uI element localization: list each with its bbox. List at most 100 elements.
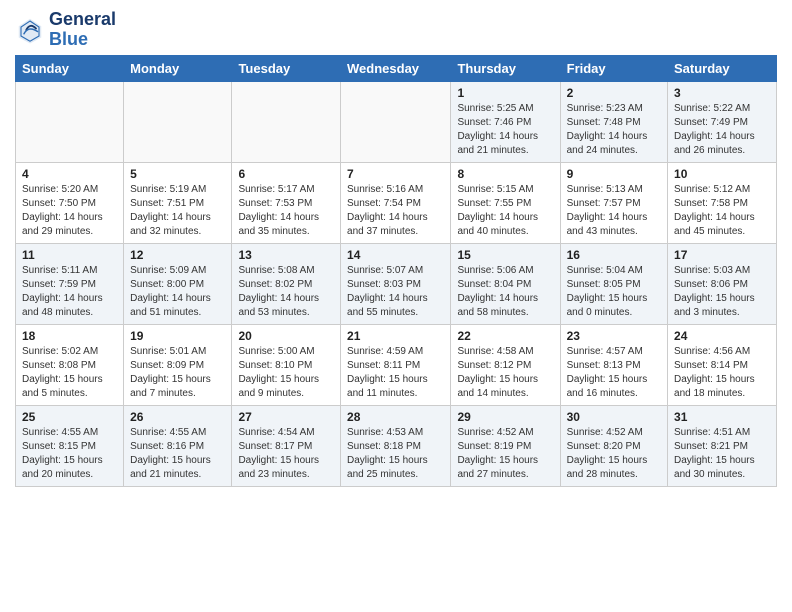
day-number: 18: [22, 329, 117, 343]
calendar-cell: 16 Sunrise: 5:04 AM Sunset: 8:05 PM Dayl…: [560, 243, 667, 324]
day-number: 4: [22, 167, 117, 181]
calendar-week-1: 1 Sunrise: 5:25 AM Sunset: 7:46 PM Dayli…: [16, 81, 777, 162]
day-info: Sunrise: 5:02 AM Sunset: 8:08 PM Dayligh…: [22, 345, 117, 401]
day-info: Sunrise: 5:19 AM Sunset: 7:51 PM Dayligh…: [130, 183, 225, 239]
sunset-time: Sunset: 8:18 PM: [347, 441, 421, 452]
sunrise-time: Sunrise: 4:53 AM: [347, 427, 423, 438]
weekday-header-sunday: Sunday: [16, 55, 124, 81]
sunrise-time: Sunrise: 5:19 AM: [130, 184, 206, 195]
day-info: Sunrise: 5:03 AM Sunset: 8:06 PM Dayligh…: [674, 264, 770, 320]
calendar-cell: 10 Sunrise: 5:12 AM Sunset: 7:58 PM Dayl…: [668, 162, 777, 243]
daylight-hours: Daylight: 15 hours and 27 minutes.: [457, 455, 538, 480]
sunset-time: Sunset: 8:06 PM: [674, 279, 748, 290]
calendar-cell: 21 Sunrise: 4:59 AM Sunset: 8:11 PM Dayl…: [341, 324, 451, 405]
sunset-time: Sunset: 8:14 PM: [674, 360, 748, 371]
daylight-hours: Daylight: 15 hours and 3 minutes.: [674, 293, 755, 318]
day-info: Sunrise: 5:04 AM Sunset: 8:05 PM Dayligh…: [567, 264, 661, 320]
day-info: Sunrise: 4:59 AM Sunset: 8:11 PM Dayligh…: [347, 345, 444, 401]
daylight-hours: Daylight: 14 hours and 35 minutes.: [238, 212, 319, 237]
day-number: 2: [567, 86, 661, 100]
sunset-time: Sunset: 8:12 PM: [457, 360, 531, 371]
calendar-week-5: 25 Sunrise: 4:55 AM Sunset: 8:15 PM Dayl…: [16, 405, 777, 486]
daylight-hours: Daylight: 14 hours and 55 minutes.: [347, 293, 428, 318]
calendar-cell: [16, 81, 124, 162]
sunrise-time: Sunrise: 4:58 AM: [457, 346, 533, 357]
day-info: Sunrise: 5:17 AM Sunset: 7:53 PM Dayligh…: [238, 183, 334, 239]
calendar-week-4: 18 Sunrise: 5:02 AM Sunset: 8:08 PM Dayl…: [16, 324, 777, 405]
sunrise-time: Sunrise: 5:09 AM: [130, 265, 206, 276]
day-info: Sunrise: 4:56 AM Sunset: 8:14 PM Dayligh…: [674, 345, 770, 401]
sunset-time: Sunset: 8:11 PM: [347, 360, 420, 371]
day-info: Sunrise: 4:58 AM Sunset: 8:12 PM Dayligh…: [457, 345, 553, 401]
calendar-cell: 8 Sunrise: 5:15 AM Sunset: 7:55 PM Dayli…: [451, 162, 560, 243]
daylight-hours: Daylight: 15 hours and 20 minutes.: [22, 455, 103, 480]
sunset-time: Sunset: 7:51 PM: [130, 198, 204, 209]
day-number: 26: [130, 410, 225, 424]
day-number: 7: [347, 167, 444, 181]
sunrise-time: Sunrise: 5:16 AM: [347, 184, 423, 195]
sunrise-time: Sunrise: 4:55 AM: [130, 427, 206, 438]
sunrise-time: Sunrise: 5:20 AM: [22, 184, 98, 195]
calendar-week-3: 11 Sunrise: 5:11 AM Sunset: 7:59 PM Dayl…: [16, 243, 777, 324]
daylight-hours: Daylight: 14 hours and 26 minutes.: [674, 131, 755, 156]
calendar-cell: 15 Sunrise: 5:06 AM Sunset: 8:04 PM Dayl…: [451, 243, 560, 324]
weekday-row: SundayMondayTuesdayWednesdayThursdayFrid…: [16, 55, 777, 81]
day-number: 14: [347, 248, 444, 262]
calendar-body: 1 Sunrise: 5:25 AM Sunset: 7:46 PM Dayli…: [16, 81, 777, 486]
day-info: Sunrise: 5:13 AM Sunset: 7:57 PM Dayligh…: [567, 183, 661, 239]
sunset-time: Sunset: 7:58 PM: [674, 198, 748, 209]
day-info: Sunrise: 4:53 AM Sunset: 8:18 PM Dayligh…: [347, 426, 444, 482]
calendar-cell: 24 Sunrise: 4:56 AM Sunset: 8:14 PM Dayl…: [668, 324, 777, 405]
daylight-hours: Daylight: 15 hours and 28 minutes.: [567, 455, 648, 480]
sunrise-time: Sunrise: 5:25 AM: [457, 103, 533, 114]
day-number: 1: [457, 86, 553, 100]
day-number: 27: [238, 410, 334, 424]
sunset-time: Sunset: 7:50 PM: [22, 198, 96, 209]
day-number: 9: [567, 167, 661, 181]
daylight-hours: Daylight: 15 hours and 14 minutes.: [457, 374, 538, 399]
calendar-cell: 9 Sunrise: 5:13 AM Sunset: 7:57 PM Dayli…: [560, 162, 667, 243]
calendar-cell: 30 Sunrise: 4:52 AM Sunset: 8:20 PM Dayl…: [560, 405, 667, 486]
sunrise-time: Sunrise: 5:17 AM: [238, 184, 314, 195]
logo-icon: [15, 15, 45, 45]
calendar-cell: 22 Sunrise: 4:58 AM Sunset: 8:12 PM Dayl…: [451, 324, 560, 405]
sunset-time: Sunset: 8:09 PM: [130, 360, 204, 371]
day-number: 8: [457, 167, 553, 181]
weekday-header-thursday: Thursday: [451, 55, 560, 81]
sunrise-time: Sunrise: 4:59 AM: [347, 346, 423, 357]
daylight-hours: Daylight: 15 hours and 16 minutes.: [567, 374, 648, 399]
sunset-time: Sunset: 7:55 PM: [457, 198, 531, 209]
day-info: Sunrise: 4:54 AM Sunset: 8:17 PM Dayligh…: [238, 426, 334, 482]
calendar-cell: 20 Sunrise: 5:00 AM Sunset: 8:10 PM Dayl…: [232, 324, 341, 405]
daylight-hours: Daylight: 14 hours and 40 minutes.: [457, 212, 538, 237]
calendar-cell: 2 Sunrise: 5:23 AM Sunset: 7:48 PM Dayli…: [560, 81, 667, 162]
sunrise-time: Sunrise: 5:03 AM: [674, 265, 750, 276]
day-number: 5: [130, 167, 225, 181]
day-info: Sunrise: 4:55 AM Sunset: 8:16 PM Dayligh…: [130, 426, 225, 482]
day-number: 28: [347, 410, 444, 424]
sunset-time: Sunset: 7:49 PM: [674, 117, 748, 128]
daylight-hours: Daylight: 14 hours and 51 minutes.: [130, 293, 211, 318]
calendar-cell: 28 Sunrise: 4:53 AM Sunset: 8:18 PM Dayl…: [341, 405, 451, 486]
day-info: Sunrise: 4:57 AM Sunset: 8:13 PM Dayligh…: [567, 345, 661, 401]
calendar-cell: 12 Sunrise: 5:09 AM Sunset: 8:00 PM Dayl…: [124, 243, 232, 324]
sunrise-time: Sunrise: 5:12 AM: [674, 184, 750, 195]
sunset-time: Sunset: 7:53 PM: [238, 198, 312, 209]
day-number: 20: [238, 329, 334, 343]
sunrise-time: Sunrise: 5:15 AM: [457, 184, 533, 195]
sunrise-time: Sunrise: 5:07 AM: [347, 265, 423, 276]
daylight-hours: Daylight: 15 hours and 5 minutes.: [22, 374, 103, 399]
day-number: 15: [457, 248, 553, 262]
daylight-hours: Daylight: 15 hours and 25 minutes.: [347, 455, 428, 480]
sunset-time: Sunset: 8:00 PM: [130, 279, 204, 290]
sunset-time: Sunset: 8:04 PM: [457, 279, 531, 290]
sunset-time: Sunset: 7:57 PM: [567, 198, 641, 209]
weekday-header-saturday: Saturday: [668, 55, 777, 81]
day-number: 11: [22, 248, 117, 262]
day-info: Sunrise: 4:52 AM Sunset: 8:19 PM Dayligh…: [457, 426, 553, 482]
daylight-hours: Daylight: 14 hours and 24 minutes.: [567, 131, 648, 156]
day-info: Sunrise: 5:06 AM Sunset: 8:04 PM Dayligh…: [457, 264, 553, 320]
calendar-cell: 1 Sunrise: 5:25 AM Sunset: 7:46 PM Dayli…: [451, 81, 560, 162]
sunrise-time: Sunrise: 5:22 AM: [674, 103, 750, 114]
calendar-cell: 31 Sunrise: 4:51 AM Sunset: 8:21 PM Dayl…: [668, 405, 777, 486]
